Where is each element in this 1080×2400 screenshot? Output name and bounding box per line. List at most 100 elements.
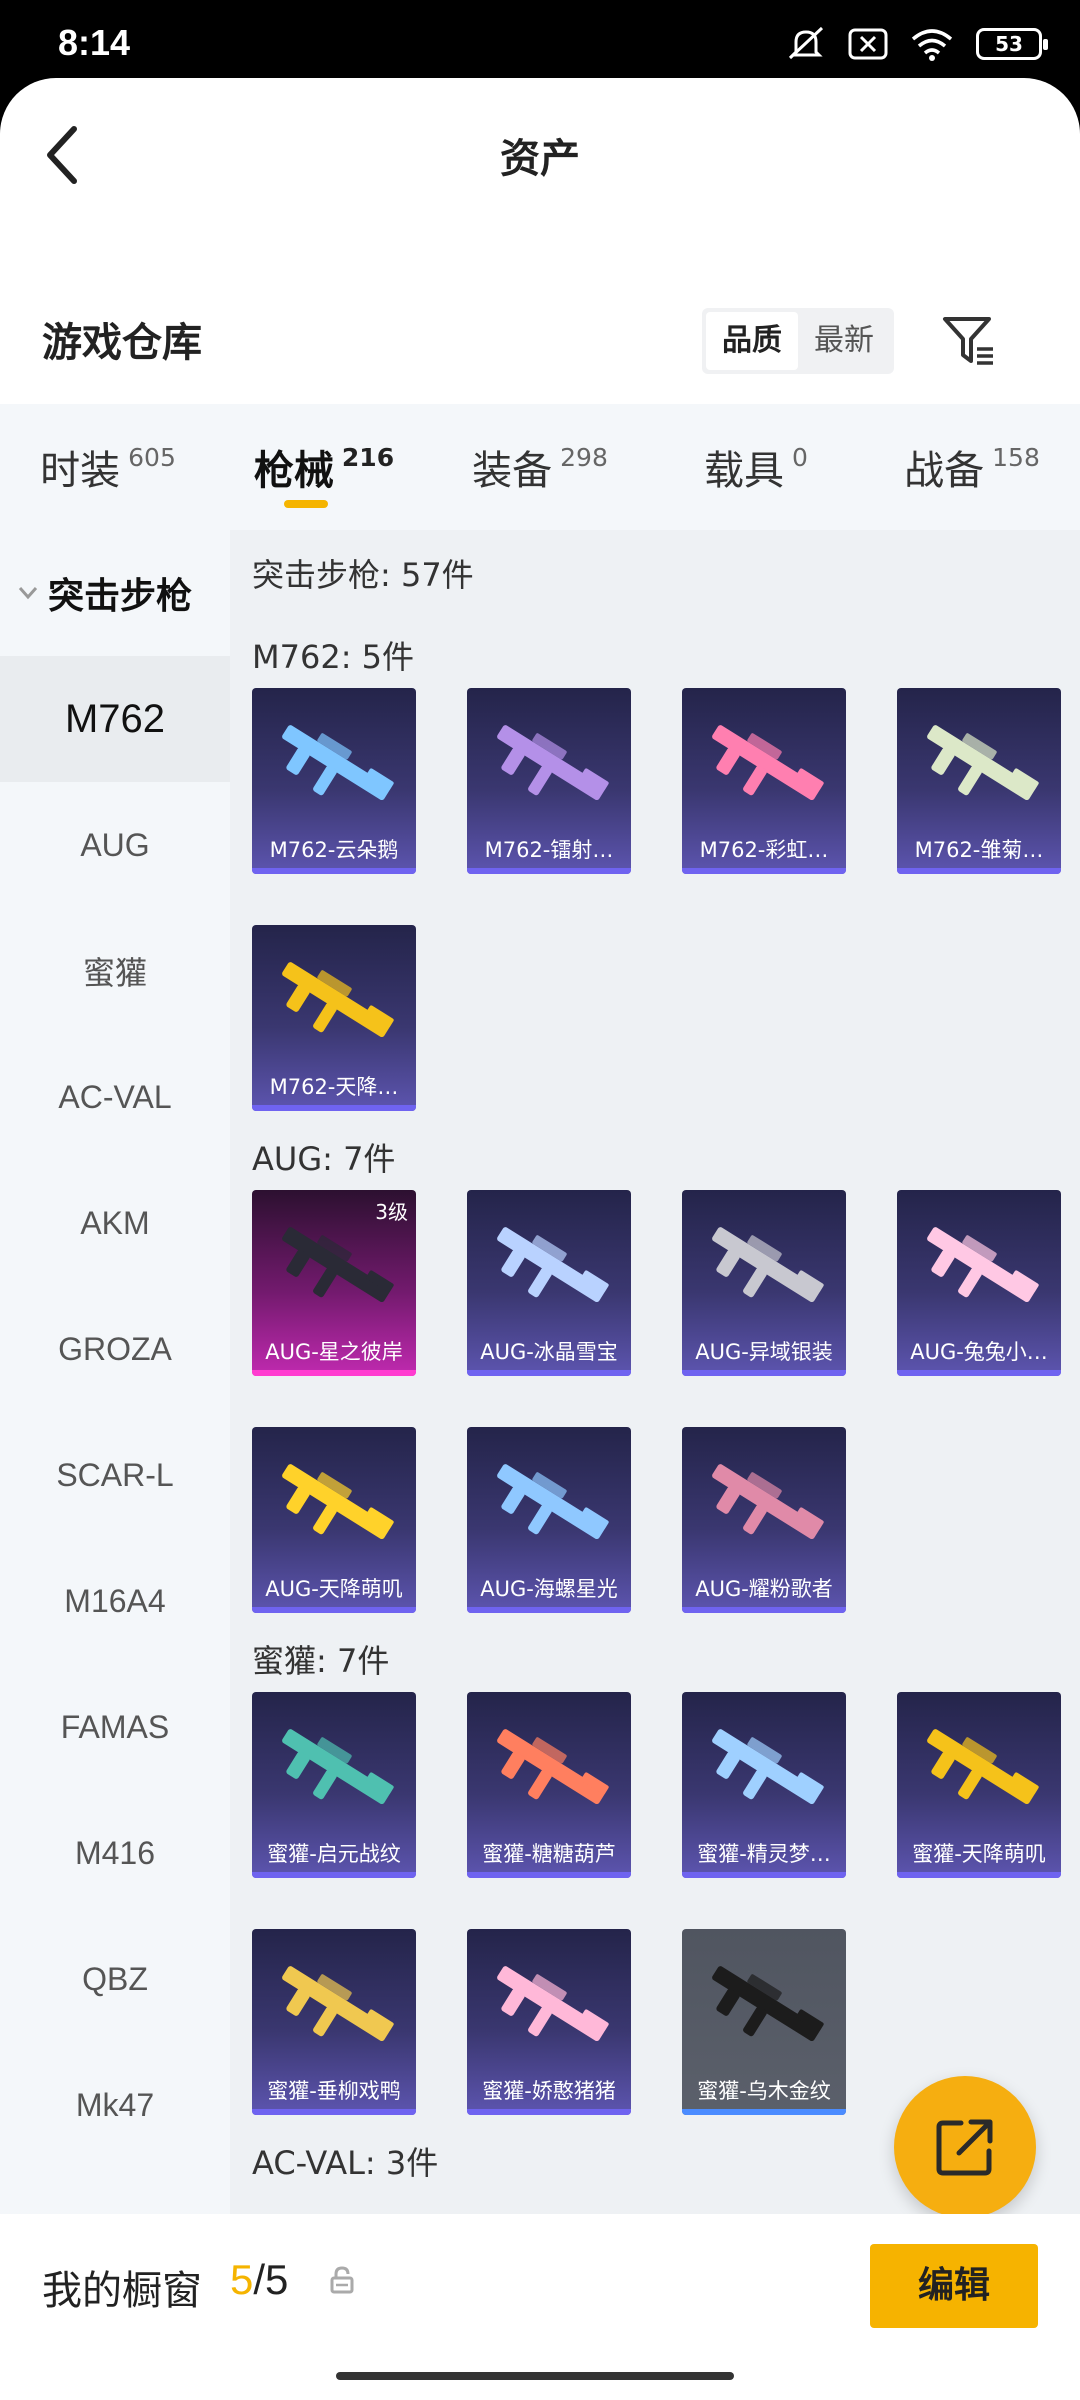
skin-rarity-bar bbox=[897, 868, 1061, 874]
group-header-aug: AUG: 7件 bbox=[252, 1140, 396, 1178]
skin-card[interactable]: AUG-天降萌叽 bbox=[252, 1427, 416, 1613]
sidebar-item-famas[interactable]: FAMAS bbox=[0, 1664, 230, 1790]
rifle-icon bbox=[497, 1966, 609, 2042]
skin-card[interactable]: M762-云朵鹅 bbox=[252, 688, 416, 874]
skin-card[interactable]: 蜜獾-乌木金纹 bbox=[682, 1929, 846, 2115]
share-button[interactable] bbox=[894, 2076, 1036, 2218]
skin-rarity-bar bbox=[682, 2109, 846, 2115]
sidebar-item-ac-val[interactable]: AC-VAL bbox=[0, 1034, 230, 1160]
skin-name: 蜜獾-乌木金纹 bbox=[697, 2079, 831, 2103]
skin-rarity-bar bbox=[682, 1607, 846, 1613]
rifle-icon bbox=[282, 1227, 394, 1303]
sidebar-item-m416[interactable]: M416 bbox=[0, 1790, 230, 1916]
skin-card[interactable]: M762-天降… bbox=[252, 925, 416, 1111]
home-indicator[interactable] bbox=[336, 2372, 734, 2380]
rifle-icon bbox=[282, 725, 394, 801]
skin-rarity-bar bbox=[252, 1872, 416, 1878]
skin-name: M762-雏菊… bbox=[914, 838, 1044, 862]
skin-card[interactable]: 蜜獾-精灵梦… bbox=[682, 1692, 846, 1878]
share-icon bbox=[936, 2119, 993, 2176]
skin-grid-aug: 3级 AUG-星之彼岸 AUG-冰晶雪宝 AUG-异域银装 AUG-兔兔小… AUG-天降… bbox=[252, 1190, 1080, 1664]
sidebar-item-honey-badger[interactable]: 蜜獾 bbox=[0, 908, 230, 1034]
category-tabs: 时装 605 枪械 216 装备 298 载具 0 战备 158 bbox=[0, 404, 1080, 530]
sidebar-item-mk47[interactable]: Mk47 bbox=[0, 2042, 230, 2168]
skin-name: AUG-异域银装 bbox=[695, 1340, 833, 1364]
skin-rarity-bar bbox=[252, 1105, 416, 1111]
sidebar-group-assault-rifles[interactable]: 突击步枪 bbox=[0, 530, 230, 656]
showcase-total: 5 bbox=[265, 2256, 289, 2303]
skin-card[interactable]: AUG-冰晶雪宝 bbox=[467, 1190, 631, 1376]
tab-supplies[interactable]: 战备 158 bbox=[864, 404, 1080, 530]
skin-card[interactable]: 蜜獾-垂柳戏鸭 bbox=[252, 1929, 416, 2115]
sort-quality-button[interactable]: 品质 bbox=[706, 312, 798, 370]
rifle-icon bbox=[712, 1729, 824, 1805]
skin-rarity-bar bbox=[252, 2109, 416, 2115]
skin-rarity-bar bbox=[682, 868, 846, 874]
skin-rarity-bar bbox=[467, 1872, 631, 1878]
skin-card[interactable]: AUG-兔兔小… bbox=[897, 1190, 1061, 1376]
rifle-icon bbox=[927, 1227, 1039, 1303]
skin-card[interactable]: 蜜獾-天降萌叽 bbox=[897, 1692, 1061, 1878]
skin-name: 蜜獾-糖糖葫芦 bbox=[482, 1842, 616, 1866]
skin-level-badge: 3级 bbox=[375, 1200, 408, 1224]
rifle-icon bbox=[712, 1227, 824, 1303]
skin-name: 蜜獾-天降萌叽 bbox=[912, 1842, 1046, 1866]
tab-equipment[interactable]: 装备 298 bbox=[432, 404, 648, 530]
skin-rarity-bar bbox=[467, 1607, 631, 1613]
skin-card[interactable]: 蜜獾-糖糖葫芦 bbox=[467, 1692, 631, 1878]
warehouse-title: 游戏仓库 bbox=[42, 320, 202, 366]
skin-rarity-bar bbox=[252, 868, 416, 874]
tab-underline bbox=[284, 500, 328, 508]
rifle-icon bbox=[282, 1729, 394, 1805]
skin-card[interactable]: AUG-海螺星光 bbox=[467, 1427, 631, 1613]
skin-card[interactable]: M762-镭射… bbox=[467, 688, 631, 874]
skin-card[interactable]: AUG-耀粉歌者 bbox=[682, 1427, 846, 1613]
skins-content: 突击步枪: 57件 M762: 5件 M762-云朵鹅 M762-镭射… M762-… bbox=[230, 530, 1080, 2214]
skin-name: M762-云朵鹅 bbox=[269, 838, 399, 862]
tab-label: 时装 bbox=[40, 448, 121, 494]
tab-fashion[interactable]: 时装 605 bbox=[0, 404, 216, 530]
rifle-icon bbox=[282, 962, 394, 1038]
weapon-sidebar: 突击步枪 M762 AUG 蜜獾 AC-VAL AKM GROZA SCAR-L… bbox=[0, 530, 230, 2214]
sort-newest-button[interactable]: 最新 bbox=[798, 312, 890, 370]
sidebar-item-qbz[interactable]: QBZ bbox=[0, 1916, 230, 2042]
lock-icon bbox=[330, 2266, 354, 2294]
rifle-icon bbox=[497, 1227, 609, 1303]
filter-button[interactable] bbox=[934, 306, 1004, 376]
edit-button[interactable]: 编辑 bbox=[870, 2244, 1038, 2328]
skin-card[interactable]: M762-雏菊… bbox=[897, 688, 1061, 874]
tab-firearms[interactable]: 枪械 216 bbox=[216, 404, 432, 530]
sidebar-item-aug[interactable]: AUG bbox=[0, 782, 230, 908]
rifle-icon bbox=[927, 1729, 1039, 1805]
skin-rarity-bar bbox=[897, 1872, 1061, 1878]
showcase-count: 5/5 bbox=[230, 2256, 288, 2304]
skin-card[interactable]: M762-彩虹… bbox=[682, 688, 846, 874]
skin-rarity-bar bbox=[897, 1370, 1061, 1376]
group-header-m762: M762: 5件 bbox=[252, 638, 415, 676]
skin-rarity-bar bbox=[682, 1370, 846, 1376]
tab-count: 158 bbox=[992, 442, 1040, 472]
sidebar-item-groza[interactable]: GROZA bbox=[0, 1286, 230, 1412]
rifle-icon bbox=[712, 725, 824, 801]
sort-toggle: 品质 最新 bbox=[702, 308, 894, 374]
skin-card[interactable]: 3级 AUG-星之彼岸 bbox=[252, 1190, 416, 1376]
sidebar-item-m16a4[interactable]: M16A4 bbox=[0, 1538, 230, 1664]
tab-vehicles[interactable]: 载具 0 bbox=[648, 404, 864, 530]
rifle-icon bbox=[497, 725, 609, 801]
tab-label: 战备 bbox=[904, 448, 985, 494]
skin-card[interactable]: AUG-异域银装 bbox=[682, 1190, 846, 1376]
skin-name: 蜜獾-垂柳戏鸭 bbox=[267, 2079, 401, 2103]
tab-count: 298 bbox=[560, 442, 608, 472]
skin-card[interactable]: 蜜獾-启元战纹 bbox=[252, 1692, 416, 1878]
skin-rarity-bar bbox=[467, 2109, 631, 2115]
rifle-icon bbox=[927, 725, 1039, 801]
skin-card[interactable]: 蜜獾-娇憨猪猪 bbox=[467, 1929, 631, 2115]
battery-icon: 53 bbox=[976, 28, 1048, 60]
showcase-current: 5 bbox=[230, 2256, 254, 2303]
rifle-icon bbox=[282, 1464, 394, 1540]
wifi-icon bbox=[911, 29, 953, 61]
sidebar-item-scar-l[interactable]: SCAR-L bbox=[0, 1412, 230, 1538]
rifle-icon bbox=[712, 1464, 824, 1540]
sidebar-item-m762[interactable]: M762 bbox=[0, 656, 230, 782]
sidebar-item-akm[interactable]: AKM bbox=[0, 1160, 230, 1286]
